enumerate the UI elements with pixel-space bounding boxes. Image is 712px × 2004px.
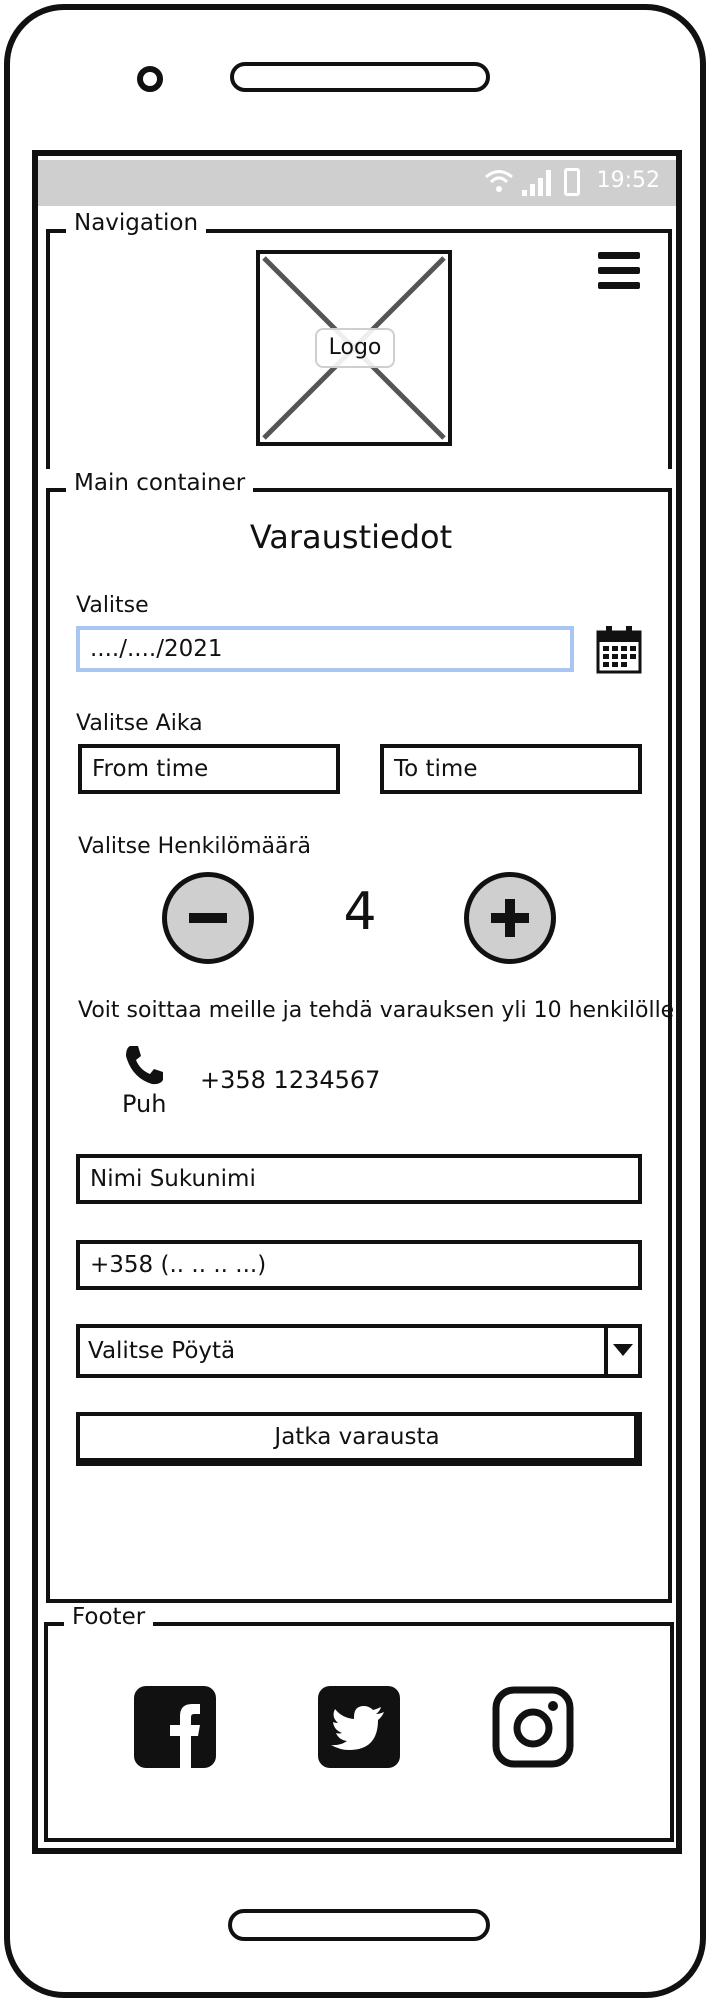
date-label: Valitse — [76, 593, 149, 618]
home-button[interactable] — [228, 1909, 490, 1941]
wifi-icon — [484, 168, 514, 199]
minus-button[interactable] — [162, 872, 254, 964]
phone-input[interactable]: +358 (.. .. .. ...) — [76, 1240, 642, 1290]
chevron-down-icon[interactable] — [604, 1328, 638, 1374]
speaker-slot — [230, 62, 490, 92]
people-count-value: 4 — [343, 882, 377, 942]
page-title: Varaustiedot — [249, 518, 453, 556]
people-count-label: Valitse Henkilömäärä — [78, 834, 312, 859]
battery-icon — [564, 168, 580, 196]
footer-group-label: Footer — [64, 1604, 154, 1630]
call-info-text: Voit soittaa meille ja tehdä varauksen y… — [78, 998, 682, 1023]
navigation-group-label: Navigation — [66, 210, 207, 236]
plus-button[interactable] — [464, 872, 556, 964]
twitter-icon[interactable] — [318, 1686, 400, 1768]
name-input[interactable]: Nimi Sukunimi — [76, 1154, 642, 1204]
continue-button[interactable]: Jatka varausta — [76, 1412, 642, 1466]
time-label: Valitse Aika — [76, 711, 203, 736]
facebook-icon[interactable] — [134, 1686, 216, 1768]
main-container-group-label: Main container — [66, 470, 254, 496]
signal-icon — [522, 170, 552, 196]
phone-caption: Puh — [122, 1090, 167, 1118]
status-bar: 19:52 — [38, 160, 676, 206]
logo-label: Logo — [315, 328, 395, 368]
from-time-input[interactable]: From time — [78, 744, 340, 794]
calendar-icon[interactable] — [596, 624, 642, 674]
phone-icon — [124, 1044, 164, 1086]
phone-number[interactable]: +358 1234567 — [200, 1066, 380, 1094]
instagram-icon[interactable] — [492, 1686, 574, 1768]
status-time: 19:52 — [596, 168, 660, 193]
hamburger-menu-icon[interactable] — [598, 252, 640, 290]
to-time-input[interactable]: To time — [380, 744, 642, 794]
table-select[interactable]: Valitse Pöytä — [76, 1324, 642, 1378]
camera-icon — [137, 66, 163, 92]
date-input[interactable]: ..../..../2021 — [76, 626, 574, 672]
table-select-value: Valitse Pöytä — [88, 1338, 236, 1364]
